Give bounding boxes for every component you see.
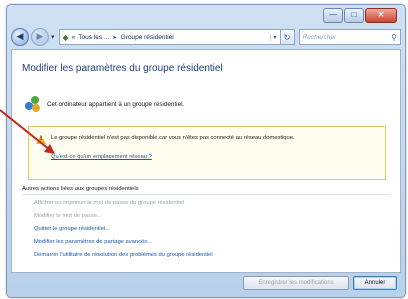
address-bar[interactable]: ◆ « Tous les ... ▸ Groupe résidentiel ▾ [58,29,281,45]
cancel-button[interactable]: Annuler [353,276,397,290]
save-changes-button[interactable]: Enregistrer les modifications [243,276,349,290]
warning-text: Le groupe résidentiel n'est pas disponib… [51,135,295,141]
action-advanced-sharing[interactable]: Modifier les paramètres de partage avanc… [34,239,152,245]
address-prefix[interactable]: « [72,34,76,41]
forward-button[interactable]: ▶ [31,28,49,46]
action-troubleshooter[interactable]: Démarrer l'utilitaire de résolution des … [34,252,213,258]
homegroup-icon [25,96,41,112]
search-placeholder: Rechercher [302,33,337,41]
action-show-print-password[interactable]: Afficher ou imprimer le mot de passe du … [34,200,184,206]
action-leave-homegroup[interactable]: Quitter le groupe résidentiel... [34,226,110,232]
breadcrumb-homegroup[interactable]: Groupe résidentiel [121,34,174,41]
owner-text: Cet ordinateur appartient à un groupe ré… [47,100,185,108]
warning-icon: ! [36,135,46,144]
dialog-footer: Enregistrer les modifications Annuler [11,274,401,294]
recent-pages-dropdown[interactable]: ▾ [51,33,55,41]
maximize-button[interactable]: □ [344,8,364,23]
title-bar: — □ ✕ [7,5,405,27]
close-button[interactable]: ✕ [365,8,397,23]
network-icon: ◆ [62,32,69,42]
actions-header: Autres actions liées aux groupes résiden… [22,186,390,195]
caption-buttons: — □ ✕ [322,8,397,23]
breadcrumb-all-items[interactable]: Tous les ... [78,34,109,41]
action-change-password[interactable]: Modifier le mot de passe... [34,213,102,219]
search-icon[interactable]: ⚲ [391,33,397,42]
back-button[interactable]: ◀ [11,28,29,46]
owner-status: Cet ordinateur appartient à un groupe ré… [25,96,184,112]
page-title: Modifier les paramètres du groupe réside… [22,63,223,74]
warning-box: ! Le groupe résidentiel n'est pas dispon… [28,126,386,180]
minimize-button[interactable]: — [323,8,343,23]
refresh-button[interactable]: ↻ [280,29,295,45]
address-dropdown-icon[interactable]: ▾ [269,33,280,41]
breadcrumb-separator-icon[interactable]: ▸ [113,33,116,41]
content-pane: Modifier les paramètres du groupe réside… [11,49,401,273]
network-location-link[interactable]: Qu'est-ce qu'un emplacement réseau ? [51,154,152,160]
search-input[interactable]: Rechercher ⚲ [298,29,401,45]
homegroup-window: — □ ✕ ◀ ▶ ▾ ◆ « Tous les ... ▸ Groupe ré… [6,4,406,298]
navigation-toolbar: ◀ ▶ ▾ ◆ « Tous les ... ▸ Groupe résident… [11,27,401,47]
